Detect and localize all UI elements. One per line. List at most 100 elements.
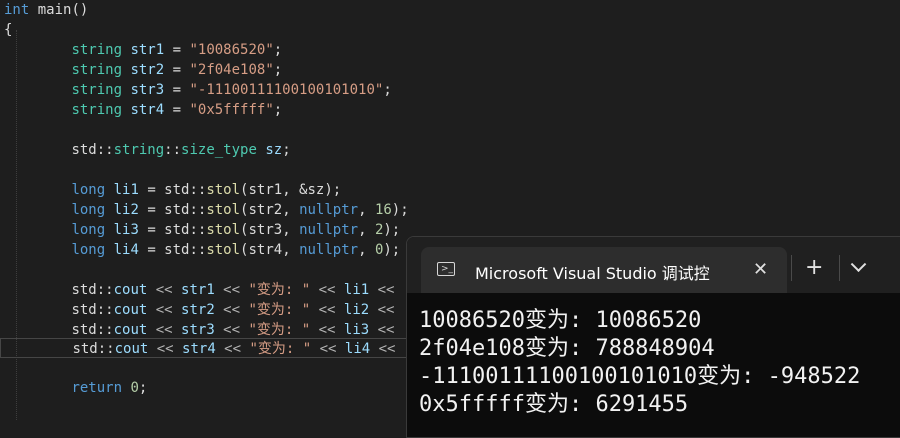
function-call: stol (206, 202, 241, 218)
variable: li3 (343, 322, 370, 338)
code-line-11[interactable]: long li2 = std::stol(str2, nullptr, 16); (4, 200, 409, 220)
semicolon: ; (138, 380, 148, 396)
semicolon: ; (273, 62, 283, 78)
type: string (71, 62, 123, 78)
variable: str3 (130, 82, 165, 98)
cout-object: cout (113, 282, 148, 298)
stream-operator: << (214, 282, 249, 298)
code-line-18-current[interactable]: std::cout << str4 << "变为: " << li4 << '\… (0, 338, 446, 358)
code-line-1[interactable]: int main() (4, 0, 88, 20)
semicolon: ; (273, 102, 283, 118)
namespace: std:: (71, 282, 114, 298)
stream-operator: << (311, 341, 345, 357)
code-line-17[interactable]: std::cout << str3 << "变为: " << li3 << '\… (4, 320, 445, 340)
code-line-8[interactable]: std::string::size_type sz; (4, 140, 291, 160)
semicolon: ; (383, 82, 392, 98)
code-line-12[interactable]: long li3 = std::stol(str3, nullptr, 2); (4, 220, 400, 240)
stream-operator: << (310, 302, 344, 318)
scope: = std:: (138, 202, 207, 218)
string-literal: "-11100111100100101010" (189, 82, 384, 98)
scope-operator: :: (96, 142, 114, 158)
cout-object: cout (113, 322, 148, 338)
string-literal: "0x5fffff" (189, 102, 274, 118)
string-literal: "2f04e108" (189, 62, 274, 78)
chevron-down-icon[interactable] (850, 256, 867, 273)
code-line-20[interactable]: return 0; (4, 378, 147, 398)
variable: li3 (113, 222, 139, 238)
closing: ); (391, 202, 409, 218)
type: long (71, 222, 106, 238)
stream-operator: << (147, 302, 182, 318)
stream-operator: << (369, 322, 403, 338)
stream-operator: << (147, 322, 182, 338)
stream-operator: << (147, 282, 182, 298)
console-tab-title: Microsoft Visual Studio 调试控 (475, 264, 710, 283)
comma: , (358, 242, 375, 258)
code-line-4[interactable]: string str2 = "2f04e108"; (4, 60, 282, 80)
type: long (71, 182, 106, 198)
variable: li4 (113, 242, 139, 258)
type: long (71, 202, 106, 218)
code-line-15[interactable]: std::cout << str1 << "变为: " << li1 << '\… (4, 280, 445, 300)
stream-operator: << (310, 282, 344, 298)
code-line-6[interactable]: string str4 = "0x5fffff"; (4, 100, 282, 120)
stream-operator: << (369, 282, 403, 298)
function-signature: main() (29, 2, 89, 18)
console-output-line-4: 0x5fffff变为: 6291455 (419, 392, 689, 417)
number-literal: 16 (374, 202, 392, 218)
variable: str4 (130, 102, 165, 118)
new-tab-button[interactable]: + (805, 257, 823, 279)
namespace: std:: (72, 341, 115, 357)
semicolon: ; (273, 42, 283, 58)
function-call: stol (206, 242, 241, 258)
variable: li4 (344, 341, 371, 357)
console-tab-bar: >_ Microsoft Visual Studio 调试控 ✕ + (407, 237, 900, 293)
code-line-2[interactable]: { (4, 20, 12, 40)
code-line-10[interactable]: long li1 = std::stol(str1, &sz); (4, 180, 341, 200)
cout-object: cout (114, 341, 149, 357)
debug-console-window[interactable]: >_ Microsoft Visual Studio 调试控 ✕ + 10086… (406, 236, 900, 438)
stream-operator: << (214, 322, 249, 338)
variable: str3 (181, 322, 215, 338)
function-call: stol (206, 182, 241, 198)
variable: li2 (343, 302, 370, 318)
arguments: (str4, (240, 242, 300, 258)
keyword: int (4, 2, 30, 18)
nullptr-keyword: nullptr (299, 242, 359, 258)
arguments: (str3, (240, 222, 300, 238)
code-line-5[interactable]: string str3 = "-11100111100100101010"; (4, 80, 392, 100)
variable: str2 (130, 62, 165, 78)
stream-operator: << (214, 302, 249, 318)
variable: str4 (182, 341, 216, 357)
scope: = std:: (138, 182, 207, 198)
stream-operator: << (370, 341, 404, 357)
scope: = std:: (138, 222, 207, 238)
stream-operator: << (215, 341, 250, 357)
closing: ); (383, 222, 401, 238)
semicolon: ; (282, 142, 291, 158)
console-output-line-3: -11100111100100101010变为: -948522 (419, 364, 861, 389)
scope: = std:: (138, 242, 207, 258)
type: string (71, 102, 123, 118)
variable: str2 (181, 302, 215, 318)
cout-object: cout (113, 302, 148, 318)
code-line-13[interactable]: long li4 = std::stol(str4, nullptr, 0); (4, 240, 400, 260)
string-literal: "变为: " (249, 341, 312, 357)
code-line-16[interactable]: std::cout << str2 << "变为: " << li2 << '\… (4, 300, 445, 320)
type: size_type (181, 142, 257, 158)
code-line-3[interactable]: string str1 = "10086520"; (4, 40, 282, 60)
stream-operator: << (310, 322, 344, 338)
arguments: (str1, &sz); (240, 182, 342, 198)
string-literal: "10086520" (189, 42, 274, 58)
namespace: std (71, 142, 97, 158)
comma: , (358, 202, 375, 218)
terminal-icon: >_ (437, 262, 455, 276)
variable: sz (265, 142, 283, 158)
variable: li2 (113, 202, 139, 218)
nullptr-keyword: nullptr (299, 202, 359, 218)
console-tab[interactable]: >_ Microsoft Visual Studio 调试控 ✕ (421, 247, 787, 293)
class-name: string (113, 142, 165, 158)
operator: = (164, 42, 190, 58)
arguments: (str2, (240, 202, 300, 218)
close-tab-button[interactable]: ✕ (753, 259, 768, 280)
